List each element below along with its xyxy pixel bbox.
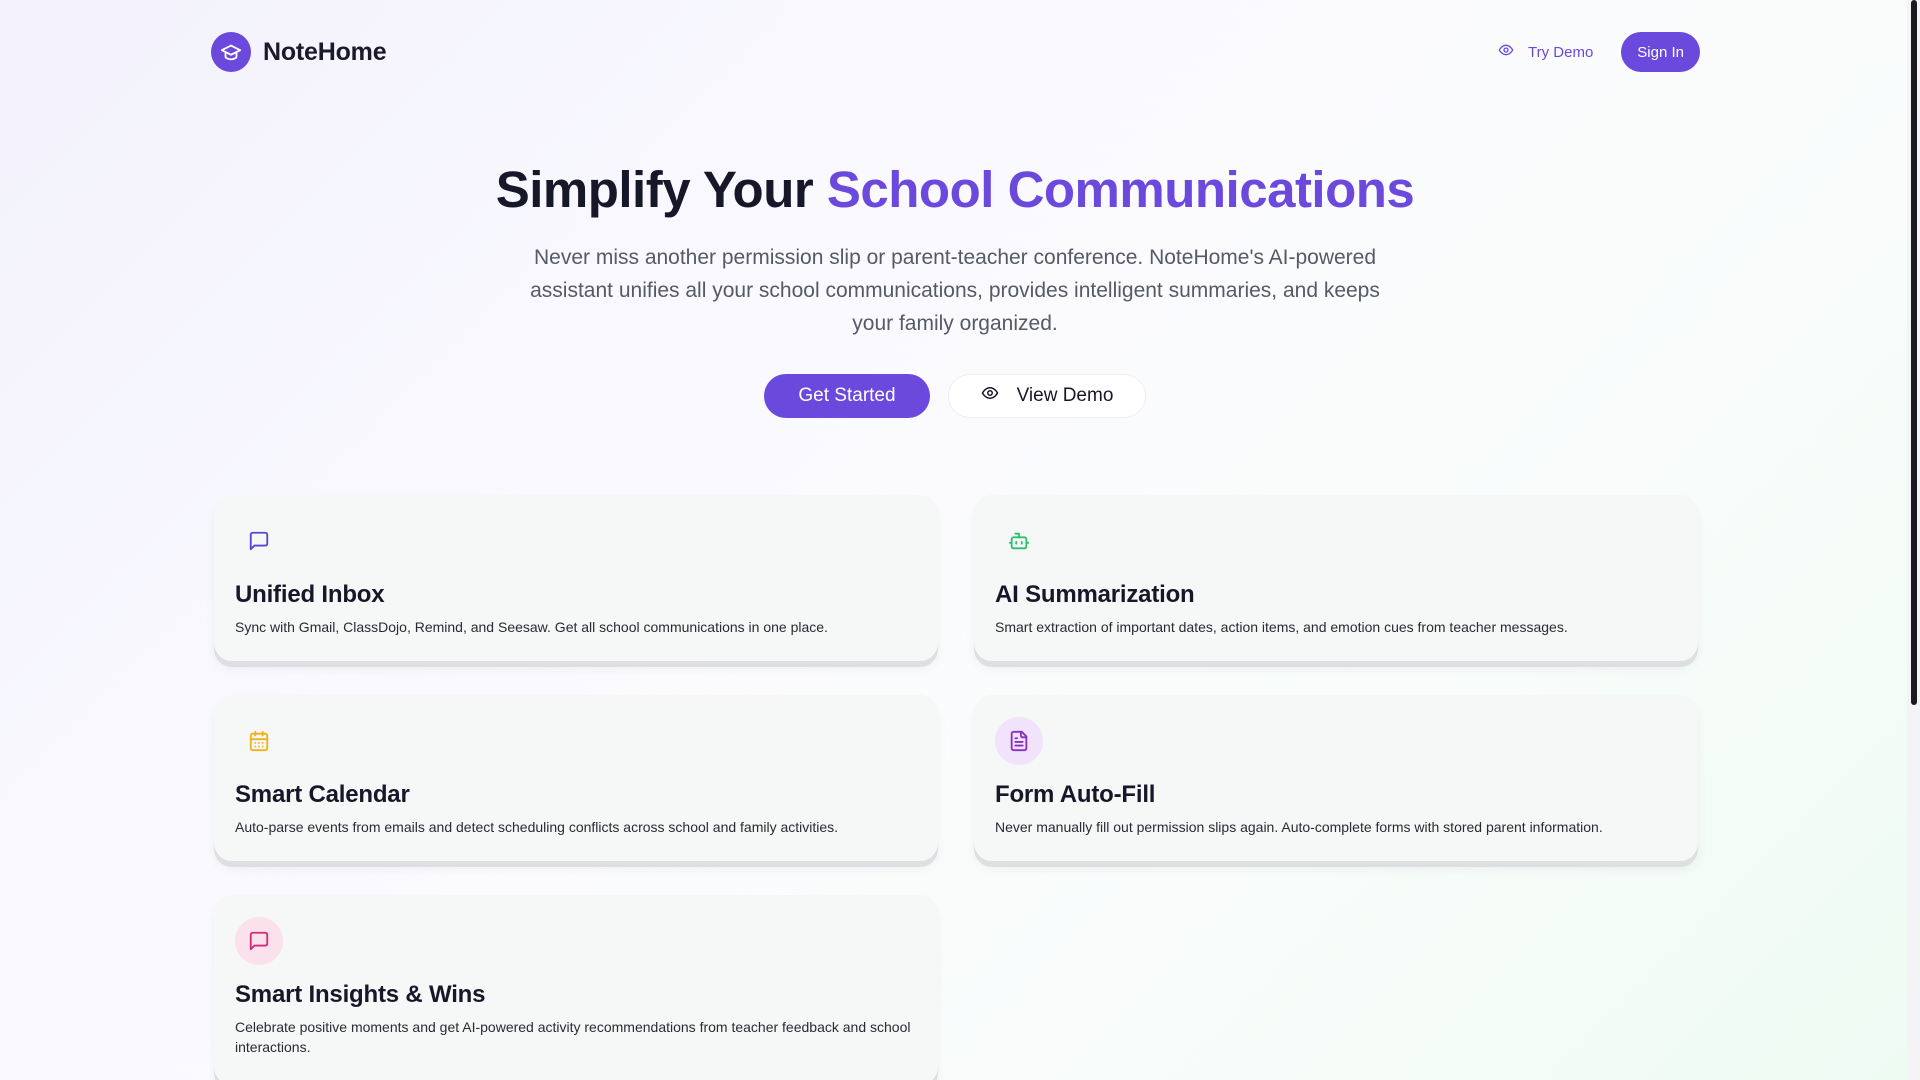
feature-title: Smart Insights & Wins: [235, 981, 486, 1008]
view-demo-label: View Demo: [1016, 385, 1114, 406]
sign-in-button[interactable]: Sign In: [1621, 32, 1700, 72]
hero-title: Simplify Your School Communications: [0, 160, 1910, 219]
calendar-icon: [235, 717, 283, 765]
hero-section: Simplify Your School Communications Neve…: [0, 160, 1910, 418]
hero-title-accent: School Communications: [826, 161, 1415, 218]
message-square-icon: [235, 917, 283, 965]
feature-card-form-auto-fill: Form Auto-Fill Never manually fill out p…: [974, 695, 1698, 861]
feature-description: Auto-parse events from emails and detect…: [235, 819, 839, 835]
message-square-icon: [235, 517, 283, 565]
feature-title: Unified Inbox: [235, 581, 385, 608]
graduation-cap-icon: [211, 32, 251, 72]
hero-actions: Get Started View Demo: [0, 374, 1910, 418]
try-demo-link[interactable]: Try Demo: [1498, 42, 1593, 62]
page-scrollbar[interactable]: [1907, 0, 1920, 1080]
site-header: NoteHome Try Demo Sign In: [211, 32, 1700, 72]
get-started-button[interactable]: Get Started: [764, 374, 930, 418]
hero-title-plain: Simplify Your: [495, 161, 827, 218]
feature-description: Sync with Gmail, ClassDojo, Remind, and …: [235, 619, 828, 635]
feature-description: Smart extraction of important dates, act…: [995, 619, 1568, 635]
view-demo-button[interactable]: View Demo: [948, 374, 1146, 418]
brand-name: NoteHome: [263, 37, 387, 66]
eye-icon: [1498, 42, 1514, 62]
scrollbar-thumb[interactable]: [1911, 0, 1917, 705]
feature-title: Form Auto-Fill: [995, 781, 1156, 808]
landing-page: NoteHome Try Demo Sign In Simplify Your …: [0, 0, 1907, 1080]
header-nav: Try Demo Sign In: [1498, 32, 1700, 72]
feature-card-ai-summarization: AI Summarization Smart extraction of imp…: [974, 495, 1698, 661]
feature-description: Never manually fill out permission slips…: [995, 819, 1603, 835]
eye-icon: [981, 384, 999, 408]
hero-subtitle: Never miss another permission slip or pa…: [530, 246, 1380, 335]
brand[interactable]: NoteHome: [211, 32, 387, 72]
feature-card-smart-insights: Smart Insights & Wins Celebrate positive…: [214, 895, 938, 1080]
feature-title: AI Summarization: [995, 581, 1195, 608]
try-demo-label: Try Demo: [1528, 43, 1594, 61]
feature-description: Celebrate positive moments and get AI-po…: [235, 1019, 911, 1055]
feature-title: Smart Calendar: [235, 781, 410, 808]
feature-card-unified-inbox: Unified Inbox Sync with Gmail, ClassDojo…: [214, 495, 938, 661]
file-text-icon: [995, 717, 1043, 765]
feature-card-smart-calendar: Smart Calendar Auto-parse events from em…: [214, 695, 938, 861]
bot-icon: [995, 517, 1043, 565]
